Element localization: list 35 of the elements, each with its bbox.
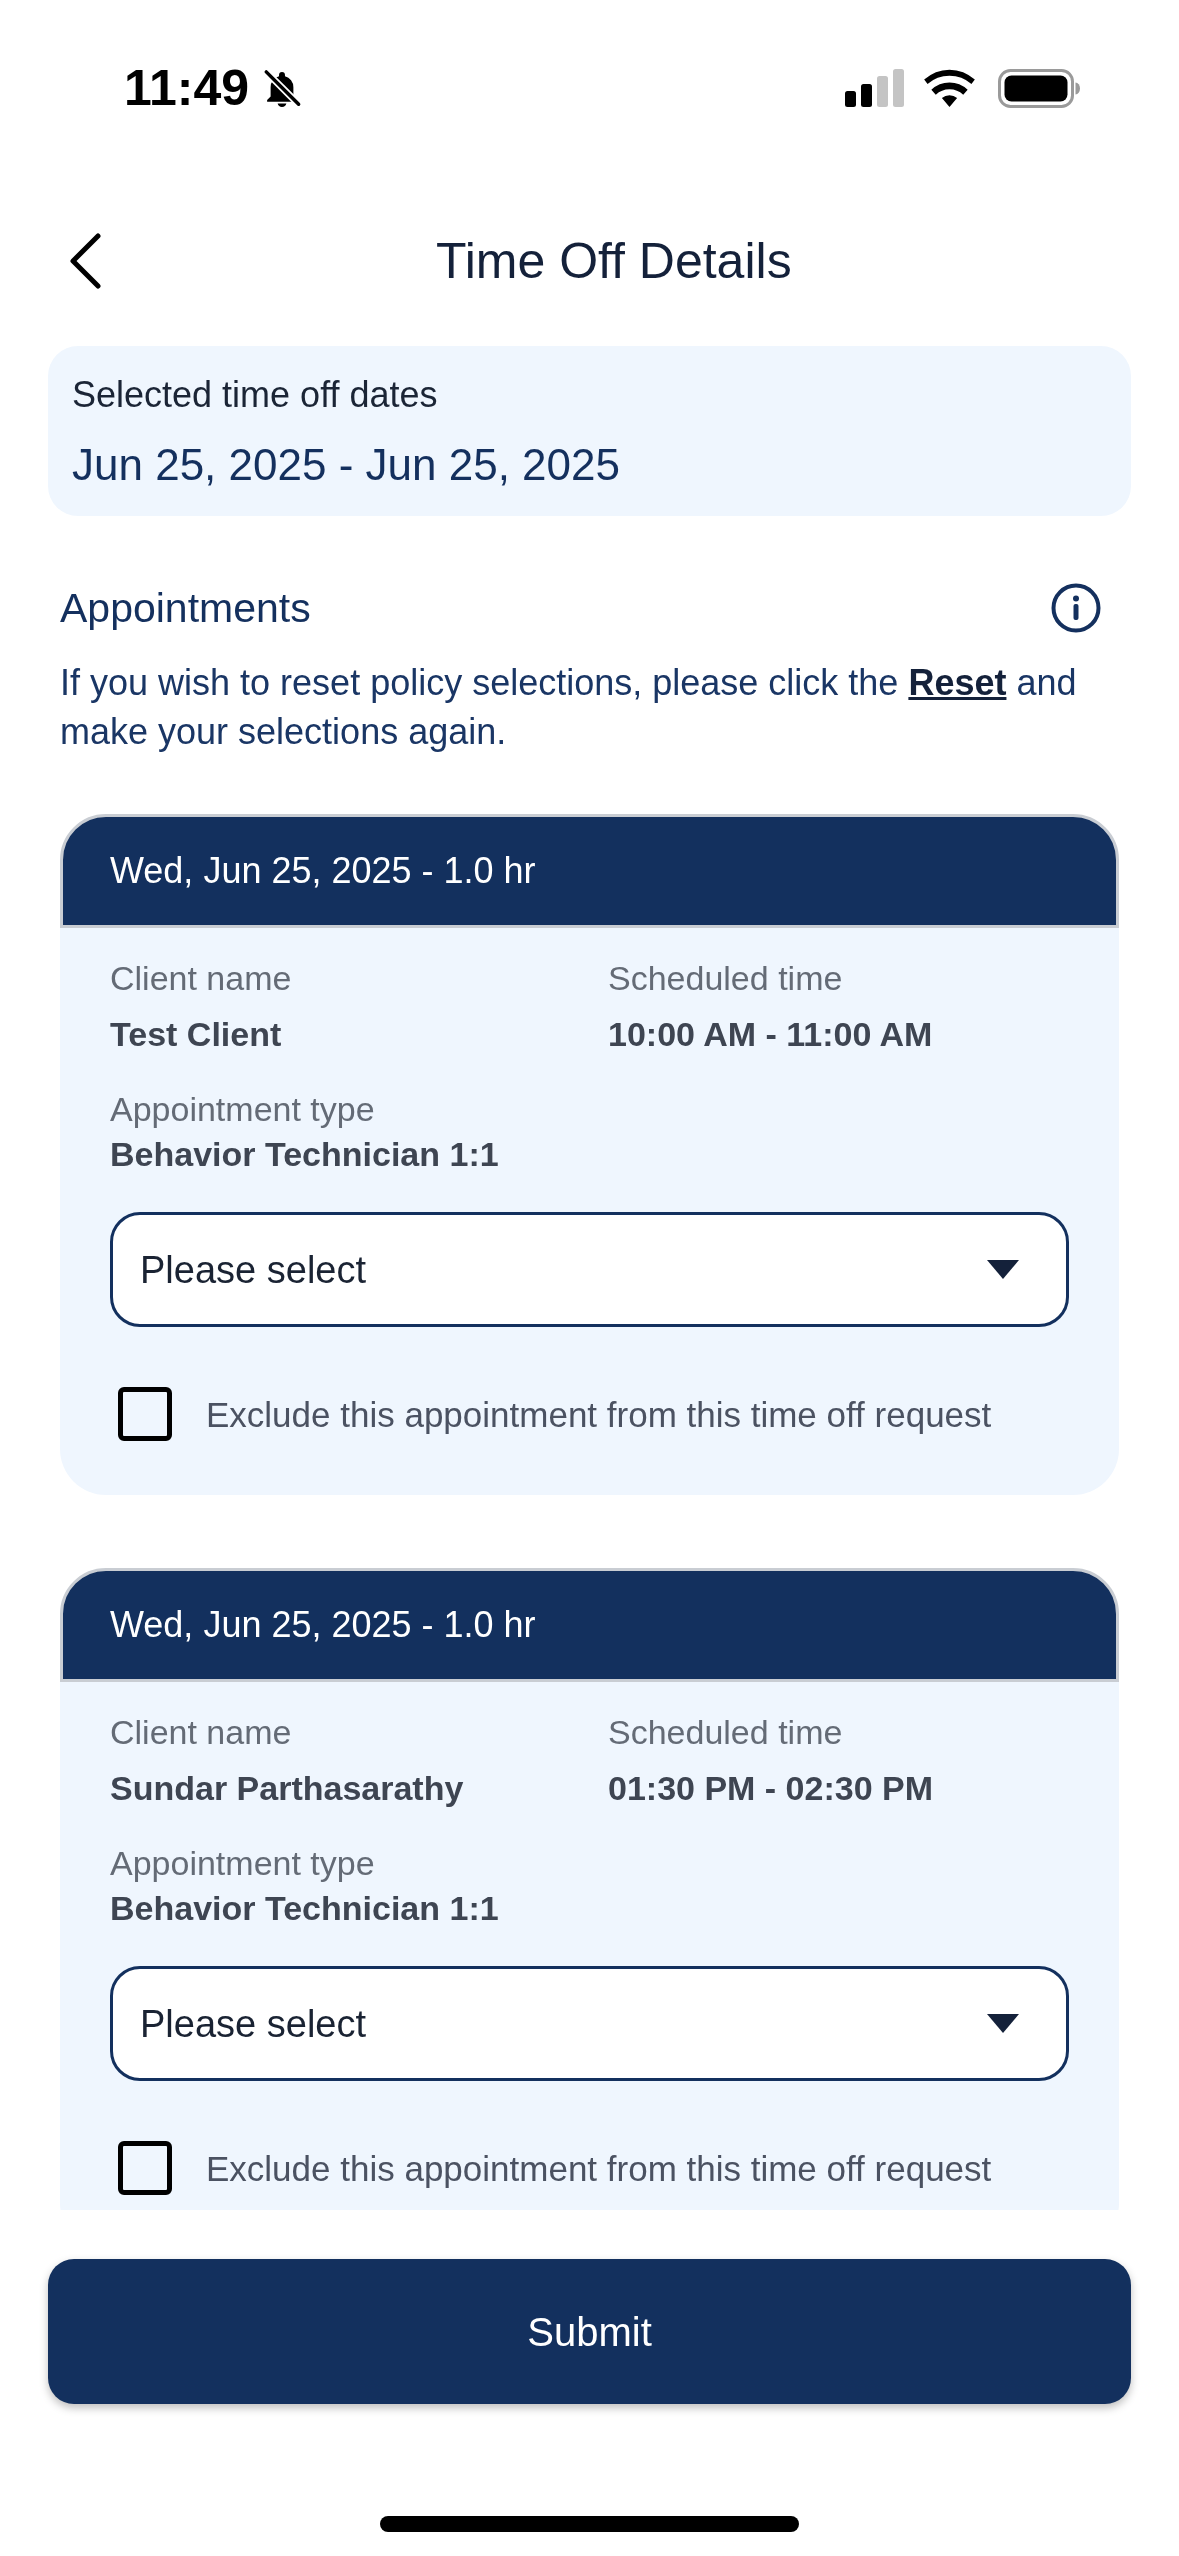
policy-dropdown[interactable]: Please select: [110, 1212, 1069, 1327]
instructions-text: If you wish to reset policy selections, please click the Reset and make your selections again.: [60, 661, 1078, 754]
exclude-checkbox[interactable]: [118, 1387, 172, 1441]
exclude-checkbox[interactable]: [118, 2141, 172, 2195]
scheduled-time: 10:00 AM - 11:00 AM: [608, 1014, 934, 1055]
dates-label: Selected time off dates: [72, 375, 439, 415]
submit-button[interactable]: Submit: [48, 2259, 1131, 2404]
appointment-header: Wed, Jun 25, 2025 - 1.0 hr: [60, 1568, 1119, 1682]
battery-icon: [998, 68, 1080, 108]
reset-link[interactable]: Reset: [908, 662, 1007, 703]
page-title: Time Off Details: [436, 236, 792, 286]
field-label: Appointment type: [110, 1089, 375, 1130]
caret-icon: [987, 1260, 1019, 1279]
client-name: Sundar Parthasarathy: [110, 1768, 465, 1809]
caret-icon: [987, 2014, 1019, 2033]
scheduled-time: 01:30 PM - 02:30 PM: [608, 1768, 935, 1809]
policy-dropdown[interactable]: Please select: [110, 1966, 1069, 2081]
appointment-type: Behavior Technician 1:1: [110, 1888, 499, 1929]
field-label: Client name: [110, 958, 293, 999]
signal-icon: [845, 69, 904, 107]
appointment-type: Behavior Technician 1:1: [110, 1134, 499, 1175]
info-icon[interactable]: [1051, 583, 1101, 633]
section-title: Appointments: [60, 587, 311, 629]
status-time: 11:49: [124, 63, 250, 113]
field-label: Scheduled time: [608, 1712, 844, 1753]
appointment-header: Wed, Jun 25, 2025 - 1.0 hr: [60, 814, 1119, 928]
field-label: Client name: [110, 1712, 293, 1753]
checkbox-label: Exclude this appointment from this time off request: [206, 2150, 992, 2186]
back-icon[interactable]: [68, 232, 102, 290]
client-name: Test Client: [110, 1014, 283, 1055]
field-label: Scheduled time: [608, 958, 844, 999]
wifi-icon: [923, 69, 976, 107]
dates-value: Jun 25, 2025 - Jun 25, 2025: [72, 439, 621, 491]
checkbox-label: Exclude this appointment from this time off request: [206, 1396, 992, 1432]
field-label: Appointment type: [110, 1843, 375, 1884]
